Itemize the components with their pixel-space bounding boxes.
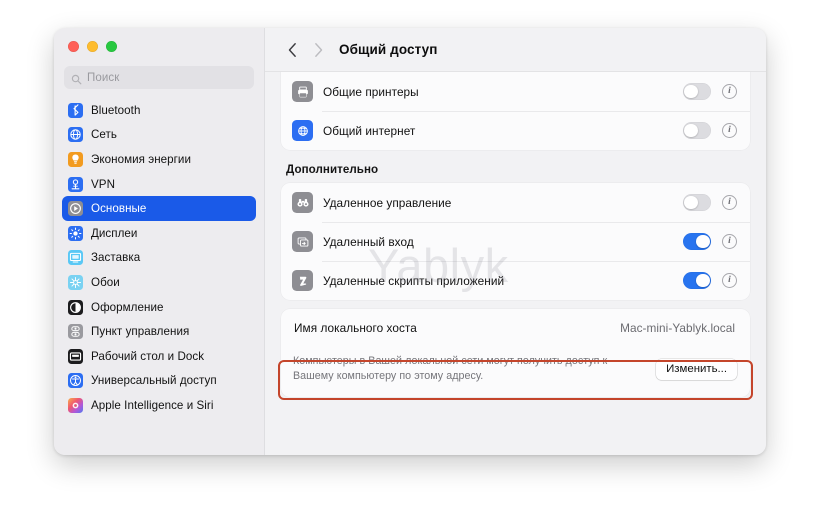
row-label: Общие принтеры xyxy=(323,84,419,99)
sidebar-item-label: Сеть xyxy=(91,128,117,142)
wallpaper-icon xyxy=(68,274,83,290)
local-hostname-value: Mac-mini-Yablyk.local xyxy=(620,320,735,335)
local-hostname-card: Имя локального хоста Mac-mini-Yablyk.loc… xyxy=(281,309,750,398)
sidebar-item-label: Заставка xyxy=(91,251,141,265)
sidebar-item-wallpaper[interactable]: Обои xyxy=(62,270,256,295)
chevron-left-icon[interactable] xyxy=(279,37,305,63)
sidebar-item-desktop-dock[interactable]: Рабочий стол и Dock xyxy=(62,344,256,369)
local-hostname-footer: Компьютеры в Вашей локальной сети могут … xyxy=(281,346,750,397)
settings-scroll-area[interactable]: Общие принтеры i Общий интернет i Дополн… xyxy=(265,72,766,455)
row-label: Общий интернет xyxy=(323,123,416,138)
sidebar-item-label: Bluetooth xyxy=(91,103,141,117)
remote-apple-events-toggle[interactable] xyxy=(683,272,711,289)
remote-management-toggle[interactable] xyxy=(683,194,711,211)
row-label: Удаленные скрипты приложений xyxy=(323,273,505,288)
bluetooth-icon xyxy=(68,102,83,118)
sidebar-item-accessibility[interactable]: Универсальный доступ xyxy=(62,369,256,394)
page-title: Общий доступ xyxy=(339,42,438,57)
toggle-knob xyxy=(684,123,699,138)
sidebar-item-network[interactable]: Сеть xyxy=(62,123,256,148)
sharing-services-card: Общие принтеры i Общий интернет i xyxy=(281,72,750,150)
sidebar-item-appearance[interactable]: Оформление xyxy=(62,295,256,320)
sidebar-item-label: Пункт управления xyxy=(91,325,190,339)
sidebar-item-label: Обои xyxy=(91,275,120,289)
script-bolt-icon xyxy=(292,270,313,291)
toggle-knob xyxy=(695,234,710,249)
sidebar-item-label: Рабочий стол и Dock xyxy=(91,349,205,363)
sidebar: Поиск Bluetooth Сеть Экономия энергии VP… xyxy=(54,28,265,455)
printer-icon xyxy=(292,81,313,102)
sidebar-item-label: Универсальный доступ xyxy=(91,374,217,388)
system-settings-window: Поиск Bluetooth Сеть Экономия энергии VP… xyxy=(54,28,766,455)
appearance-icon xyxy=(68,299,83,315)
close-button[interactable] xyxy=(68,40,79,52)
chevron-right-icon[interactable] xyxy=(305,37,331,63)
remote-management-info-button[interactable]: i xyxy=(722,195,737,210)
sidebar-item-label: VPN xyxy=(91,177,115,191)
local-hostname-label: Имя локального хоста xyxy=(294,320,417,335)
sidebar-item-general[interactable]: Основные xyxy=(62,196,256,221)
general-gear-icon xyxy=(68,201,83,217)
content-pane: Общий доступ Общие принтеры i Общий инте… xyxy=(265,28,766,455)
sidebar-item-screensaver[interactable]: Заставка xyxy=(62,246,256,271)
sidebar-item-displays[interactable]: Дисплеи xyxy=(62,221,256,246)
desktop-dock-icon xyxy=(68,348,83,364)
control-center-icon xyxy=(68,324,83,340)
sidebar-item-energy[interactable]: Экономия энергии xyxy=(62,147,256,172)
printer-sharing-toggle[interactable] xyxy=(683,83,711,100)
search-field-container: Поиск xyxy=(54,64,264,98)
screensaver-icon xyxy=(68,250,83,266)
sidebar-item-label: Экономия энергии xyxy=(91,152,191,166)
network-globe-icon xyxy=(68,127,83,143)
displays-icon xyxy=(68,225,83,241)
edit-hostname-button[interactable]: Изменить... xyxy=(656,358,737,380)
internet-sharing-toggle[interactable] xyxy=(683,122,711,139)
remote-login-icon xyxy=(292,231,313,252)
table-row-remote-apple-events[interactable]: Удаленные скрипты приложений i xyxy=(281,261,750,300)
internet-sharing-info-button[interactable]: i xyxy=(722,123,737,138)
minimize-button[interactable] xyxy=(87,40,98,52)
toolbar: Общий доступ xyxy=(265,28,766,72)
table-row-remote-login[interactable]: Удаленный вход i xyxy=(281,222,750,261)
toggle-knob xyxy=(684,84,699,99)
vpn-icon xyxy=(68,176,83,192)
table-row-internet-sharing[interactable]: Общий интернет i xyxy=(281,111,750,150)
search-icon xyxy=(71,72,82,85)
sidebar-item-label: Оформление xyxy=(91,300,164,314)
row-label: Удаленный вход xyxy=(323,234,414,249)
table-row-remote-management[interactable]: Удаленное управление i xyxy=(281,183,750,222)
section-heading-advanced: Дополнительно xyxy=(286,163,379,176)
internet-icon xyxy=(292,120,313,141)
remote-apple-events-info-button[interactable]: i xyxy=(722,273,737,288)
local-hostname-row[interactable]: Имя локального хоста Mac-mini-Yablyk.loc… xyxy=(281,309,750,346)
sidebar-item-vpn[interactable]: VPN xyxy=(62,172,256,197)
accessibility-icon xyxy=(68,373,83,389)
printer-sharing-info-button[interactable]: i xyxy=(722,84,737,99)
row-label: Удаленное управление xyxy=(323,195,452,210)
local-hostname-note: Компьютеры в Вашей локальной сети могут … xyxy=(293,355,608,383)
sidebar-item-label: Apple Intelligence и Siri xyxy=(91,398,214,412)
apple-intelligence-icon xyxy=(68,397,83,413)
toggle-knob xyxy=(684,195,699,210)
screenshot-root: Поиск Bluetooth Сеть Экономия энергии VP… xyxy=(0,0,815,513)
zoom-button[interactable] xyxy=(106,40,117,52)
sidebar-nav-list: Bluetooth Сеть Экономия энергии VPN Осно… xyxy=(54,98,264,455)
sidebar-item-apple-intelligence[interactable]: Apple Intelligence и Siri xyxy=(62,393,256,418)
binoculars-icon xyxy=(292,192,313,213)
search-placeholder: Поиск xyxy=(87,71,120,84)
energy-bulb-icon xyxy=(68,151,83,167)
window-traffic-lights xyxy=(54,28,264,64)
remote-login-toggle[interactable] xyxy=(683,233,711,250)
remote-login-info-button[interactable]: i xyxy=(722,234,737,249)
sidebar-item-label: Основные xyxy=(91,202,147,216)
sidebar-item-label: Дисплеи xyxy=(91,226,138,240)
table-row-printer-sharing[interactable]: Общие принтеры i xyxy=(281,72,750,111)
sidebar-item-bluetooth[interactable]: Bluetooth xyxy=(62,98,256,123)
search-input[interactable]: Поиск xyxy=(64,66,254,89)
advanced-services-card: Удаленное управление i Удаленный вход i xyxy=(281,183,750,300)
toggle-knob xyxy=(695,273,710,288)
sidebar-item-control-center[interactable]: Пункт управления xyxy=(62,319,256,344)
